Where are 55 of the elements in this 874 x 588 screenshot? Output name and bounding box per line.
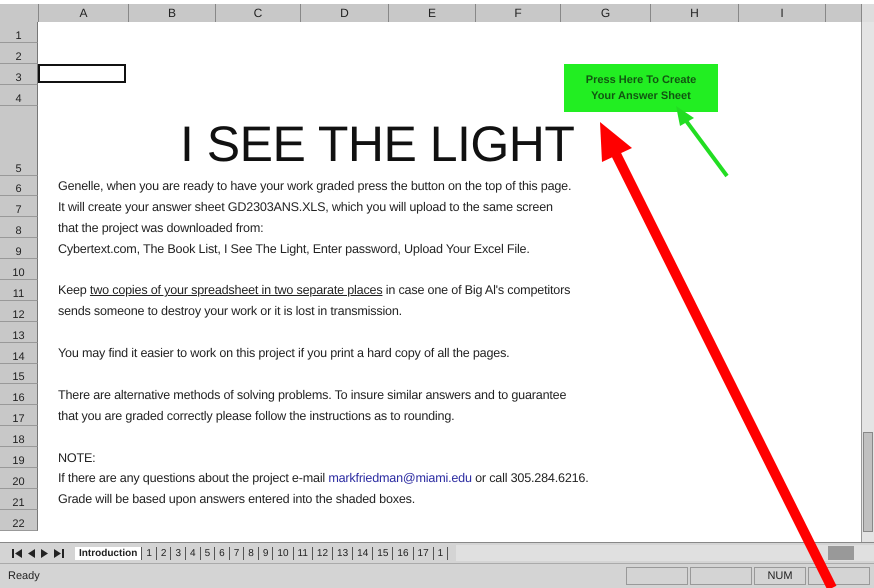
cell-text: NOTE: bbox=[58, 450, 96, 465]
scroll-thumb[interactable] bbox=[828, 546, 854, 560]
email-link[interactable]: markfriedman@miami.edu bbox=[328, 471, 472, 486]
row-header[interactable]: 13 bbox=[0, 322, 38, 343]
cell-text: It will create your answer sheet GD2303ANS.XLS, which you will upload to the same screen bbox=[58, 200, 553, 214]
sheet-tab[interactable]: 11 bbox=[294, 546, 313, 560]
cell-text: Cybertext.com, The Book List, I See The Light, Enter password, Upload Your Excel File. bbox=[58, 242, 530, 256]
sheet-title: I SEE THE LIGHT bbox=[180, 114, 574, 173]
cell-text: Genelle, when you are ready to have your work graded press the button on the top of this page. bbox=[58, 179, 572, 193]
create-answer-sheet-button[interactable]: Press Here To Create Your Answer Sheet bbox=[564, 64, 718, 112]
last-sheet-icon[interactable] bbox=[54, 548, 64, 558]
row-header[interactable]: 19 bbox=[0, 447, 38, 468]
row-header[interactable]: 9 bbox=[0, 238, 38, 260]
row-header[interactable]: 20 bbox=[0, 468, 38, 489]
row-header[interactable]: 4 bbox=[0, 84, 38, 106]
status-pane bbox=[808, 567, 870, 585]
sheet-tab[interactable]: Introduction bbox=[75, 546, 142, 560]
row-header[interactable]: 6 bbox=[0, 176, 38, 196]
num-lock-indicator: NUM bbox=[754, 567, 806, 585]
cell-text: that the project was downloaded from: bbox=[58, 220, 264, 235]
row-header[interactable]: 7 bbox=[0, 196, 38, 218]
row-header[interactable]: 1 bbox=[0, 22, 38, 43]
first-sheet-icon[interactable] bbox=[12, 548, 22, 558]
row-header[interactable]: 8 bbox=[0, 217, 38, 238]
cell-text: Grade will be based upon answers entered into the shaded boxes. bbox=[58, 492, 416, 506]
row-header[interactable]: 5 bbox=[0, 106, 38, 176]
previous-sheet-icon[interactable] bbox=[28, 548, 35, 558]
row-header[interactable]: 11 bbox=[0, 280, 38, 301]
sheet-tab[interactable]: 5 bbox=[200, 546, 216, 560]
status-text: Ready bbox=[7, 570, 40, 582]
row-header[interactable]: 16 bbox=[0, 384, 38, 406]
status-pane bbox=[690, 567, 752, 585]
row-header[interactable]: 3 bbox=[0, 64, 38, 85]
cell-text: that you are graded correctly please follow the instructions as to rounding. bbox=[58, 408, 454, 423]
row-header[interactable]: 12 bbox=[0, 300, 38, 322]
scroll-thumb[interactable] bbox=[863, 432, 873, 532]
sheet-tab[interactable]: 17 bbox=[414, 546, 434, 560]
row-header[interactable]: 18 bbox=[0, 426, 38, 448]
cell-text: There are alternative methods of solving problems. To insure similar answers and to guarantee bbox=[58, 388, 566, 402]
cell-text: If there are any questions about the project e-mail markfriedman@miami.edu or call 305.284.6216. bbox=[58, 471, 589, 486]
sheet-tab[interactable]: 1 bbox=[434, 546, 448, 560]
row-header[interactable]: 2 bbox=[0, 42, 38, 64]
status-pane bbox=[626, 567, 688, 585]
sheet-tab[interactable]: 7 bbox=[230, 546, 244, 560]
cell-text: Keep two copies of your spreadsheet in two separate places in case one of Big Al's competitors bbox=[58, 283, 570, 298]
next-sheet-icon[interactable] bbox=[41, 548, 48, 558]
row-header[interactable]: 17 bbox=[0, 405, 38, 426]
row-header[interactable]: 22 bbox=[0, 510, 38, 531]
row-header[interactable]: 10 bbox=[0, 259, 38, 280]
cell-text: sends someone to destroy your work or it is lost in transmission. bbox=[58, 304, 402, 318]
row-header[interactable]: 15 bbox=[0, 364, 38, 384]
pointer-arrow bbox=[676, 106, 729, 178]
cell-text: You may find it easier to work on this project if you print a hard copy of all the pages. bbox=[58, 346, 510, 360]
row-header[interactable]: 14 bbox=[0, 342, 38, 364]
row-header[interactable]: 21 bbox=[0, 488, 38, 510]
